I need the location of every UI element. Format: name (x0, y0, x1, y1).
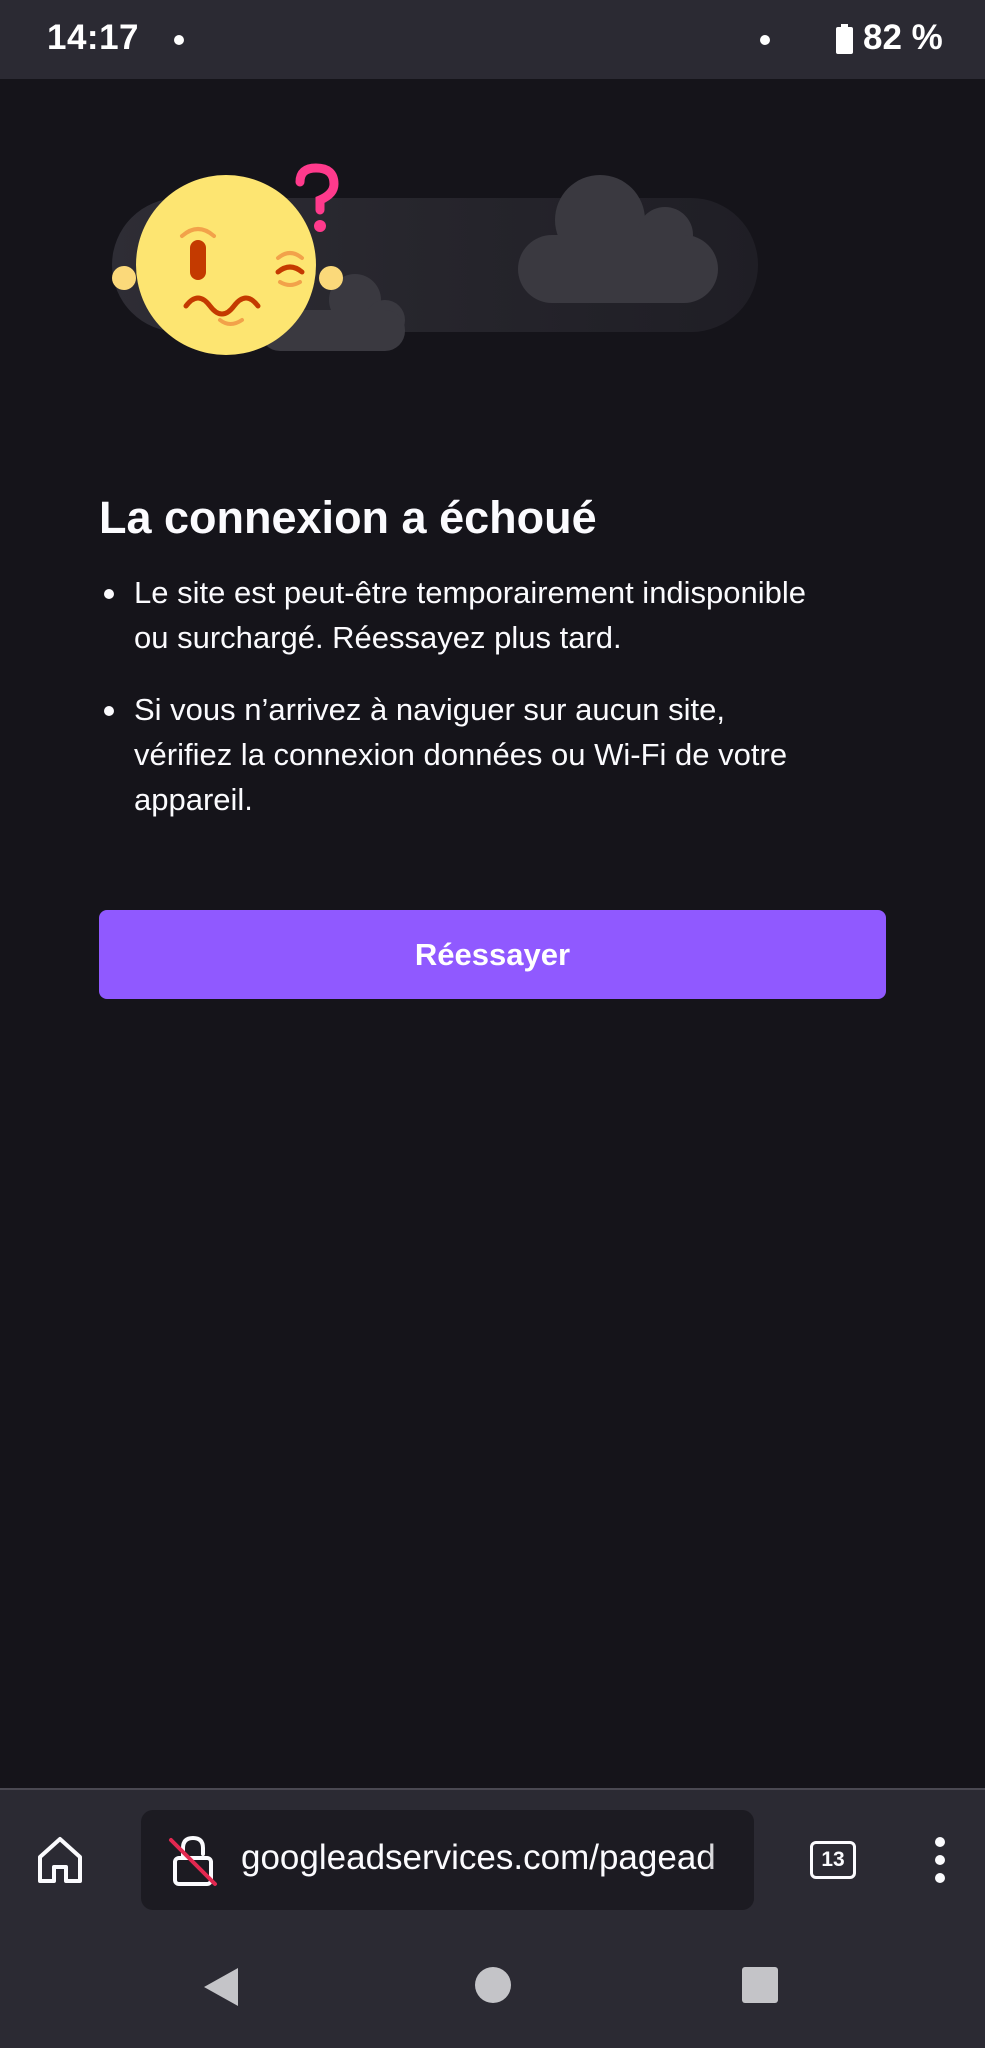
list-item: Si vous n’arrivez à naviguer sur aucun s… (99, 687, 819, 822)
list-item: Le site est peut-être temporairement ind… (99, 570, 819, 660)
battery-icon (836, 24, 853, 54)
home-icon (38, 1837, 82, 1883)
url-text: googleadservices.com/pagead (241, 1838, 716, 1877)
recents-icon[interactable] (741, 1966, 779, 2004)
notification-dot-icon (174, 35, 184, 45)
list-item-text: Si vous n’arrivez à naviguer sur aucun s… (134, 692, 788, 817)
browser-window: 14:17 82 % La connexion a échoué Le site… (0, 0, 985, 2048)
tabs-button[interactable]: 13 (810, 1841, 856, 1879)
bullet-icon (104, 589, 114, 599)
cloud-icon (518, 175, 718, 303)
error-title: La connexion a échoué (99, 492, 597, 543)
url-bar[interactable]: googleadservices.com/pagead (141, 1810, 754, 1910)
notification-dot-icon (760, 35, 770, 45)
status-time: 14:17 (47, 18, 140, 57)
more-vertical-icon (935, 1837, 945, 1883)
broken-lock-icon (169, 1835, 217, 1886)
menu-button[interactable] (920, 1824, 960, 1896)
home-button[interactable] (28, 1824, 92, 1896)
error-illustration (112, 163, 758, 355)
browser-toolbar: googleadservices.com/pagead 13 (0, 1788, 985, 1918)
battery-percentage: 82 % (863, 18, 943, 57)
url-fade (704, 1810, 754, 1910)
back-icon[interactable] (200, 1966, 242, 2008)
home-circle-icon[interactable] (474, 1966, 512, 2004)
error-description-list: Le site est peut-être temporairement ind… (99, 570, 819, 849)
retry-button[interactable]: Réessayer (99, 910, 886, 999)
bullet-icon (104, 706, 114, 716)
list-item-text: Le site est peut-être temporairement ind… (134, 575, 807, 655)
system-navigation-bar (0, 1918, 985, 2048)
status-bar: 14:17 82 % (0, 0, 985, 79)
